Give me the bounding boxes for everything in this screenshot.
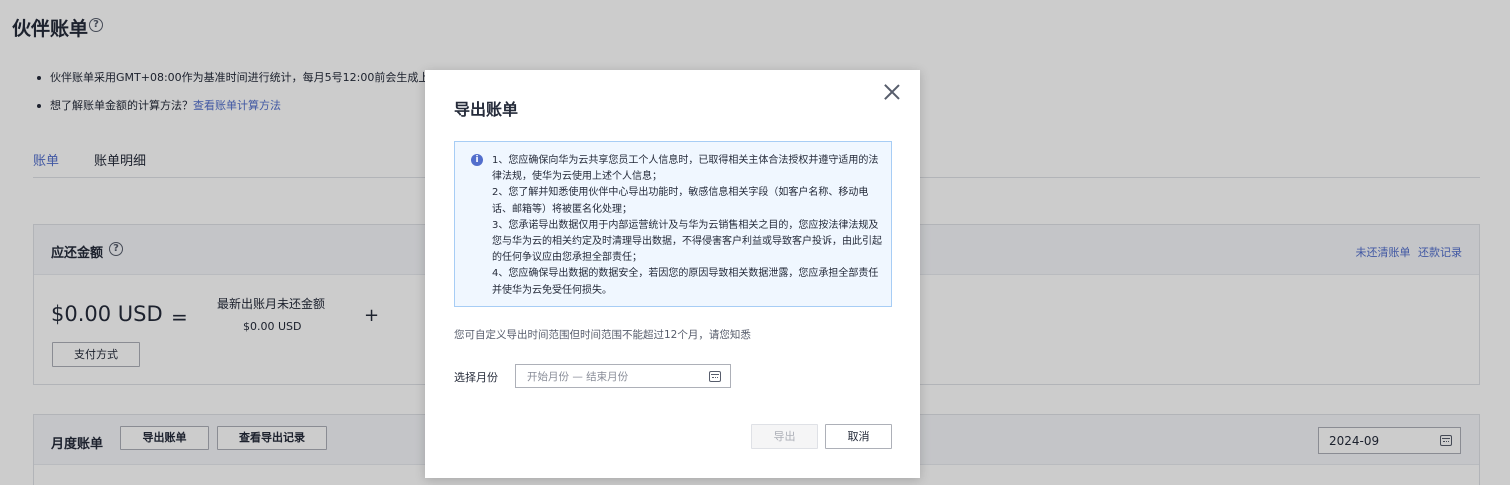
notice-line: 1、您应确保向华为云共享您员工个人信息时，已取得相关主体合法授权并遵守适用的法律… xyxy=(492,155,879,183)
month-range-input[interactable]: 开始月份 — 结束月份 xyxy=(515,364,731,388)
month-range-label: 选择月份 xyxy=(454,371,498,384)
cancel-button[interactable]: 取消 xyxy=(825,424,892,449)
calendar-icon xyxy=(709,371,721,382)
close-icon[interactable] xyxy=(883,83,901,101)
month-range-placeholder: 开始月份 — 结束月份 xyxy=(527,371,629,383)
notice-line: 3、您承诺导出数据仅用于内部运营统计及与华为云销售相关之目的，您应按法律法规及您… xyxy=(492,219,882,264)
export-confirm-button[interactable]: 导出 xyxy=(751,424,818,449)
export-bill-dialog: 导出账单 i 1、您应确保向华为云共享您员工个人信息时，已取得相关主体合法授权并… xyxy=(425,70,920,478)
notice-text: 1、您应确保向华为云共享您员工个人信息时，已取得相关主体合法授权并遵守适用的法律… xyxy=(492,153,885,299)
info-circle-icon: i xyxy=(471,154,483,166)
notice-line: 4、您应确保导出数据的数据安全，若因您的原因导致相关数据泄露，您应承担全部责任并… xyxy=(492,268,879,296)
notice-box: i 1、您应确保向华为云共享您员工个人信息时，已取得相关主体合法授权并遵守适用的… xyxy=(454,141,892,307)
dialog-title: 导出账单 xyxy=(454,100,519,119)
range-hint: 您可自定义导出时间范围但时间范围不能超过12个月，请您知悉 xyxy=(454,329,751,341)
notice-line: 2、您了解并知悉使用伙伴中心导出功能时，敏感信息相关字段（如客户名称、移动电话、… xyxy=(492,187,869,215)
